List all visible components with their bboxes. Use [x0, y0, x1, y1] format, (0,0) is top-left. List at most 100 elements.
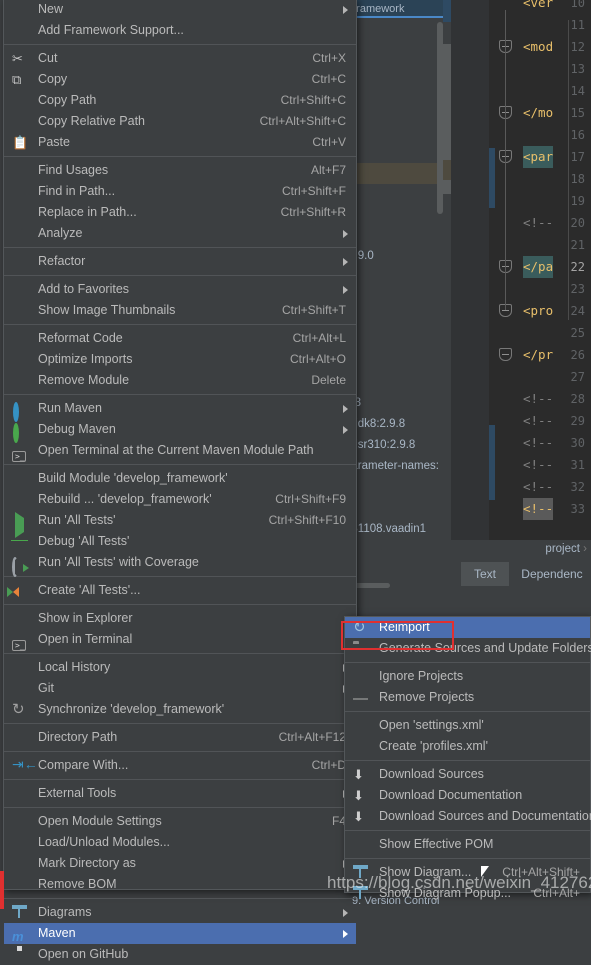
chevron-right-icon: [343, 258, 348, 266]
copy-icon: ⧉: [12, 72, 22, 87]
menu-item-find-in-path[interactable]: Find in Path... Ctrl+Shift+F: [4, 181, 356, 202]
menu-item-add-to-favorites[interactable]: Add to Favorites: [4, 279, 356, 300]
menu-item-label: Show Diagram Popup...: [379, 886, 512, 900]
menu-item-reformat-code[interactable]: Reformat Code Ctrl+Alt+L: [4, 328, 356, 349]
menu-item-show-in-explorer[interactable]: Show in Explorer: [4, 608, 356, 629]
project-tree-item[interactable]: e-jsr310:2.9.8: [345, 435, 443, 456]
menu-item-run-all-tests[interactable]: Run 'All Tests' Ctrl+Shift+F10: [4, 510, 356, 538]
menu-item-external-tools[interactable]: External Tools: [4, 783, 356, 804]
chevron-right-icon: [343, 909, 348, 917]
submenu-item-download-sources-and-documentation[interactable]: ⬇ Download Sources and Documentation: [345, 806, 591, 827]
submenu-item-download-documentation[interactable]: ⬇ Download Documentation: [345, 785, 590, 806]
project-tree-item[interactable]: :2.9.0: [345, 246, 443, 267]
menu-item-label: Debug Maven: [38, 422, 116, 436]
menu-item-label: Add Framework Support...: [38, 23, 184, 37]
menu-item-cut[interactable]: ✂ Cut Ctrl+X: [4, 48, 356, 69]
project-tree-item-selected[interactable]: [345, 163, 443, 184]
menu-item-build-module-develop-framework[interactable]: Build Module 'develop_framework': [4, 468, 356, 489]
menu-item-compare-with[interactable]: ⇥← Compare With... Ctrl+D: [4, 755, 356, 776]
menu-item-analyze[interactable]: Analyze: [4, 223, 356, 244]
diagram-icon: [353, 865, 369, 881]
line-number: 21: [570, 238, 585, 252]
menu-item-local-history[interactable]: Local History: [4, 657, 356, 678]
submenu-item-show-diagram-popup[interactable]: Show Diagram Popup... Ctrl+Alt+: [345, 883, 590, 904]
tab-text[interactable]: Text: [461, 562, 509, 586]
submenu-item-download-sources[interactable]: ⬇ Download Sources: [345, 764, 590, 785]
project-tree-item[interactable]: 131108.vaadin1: [345, 519, 443, 540]
menu-item-label: Show Diagram...: [379, 865, 472, 879]
menu-item-directory-path[interactable]: Directory Path Ctrl+Alt+F12: [4, 727, 356, 748]
coverage-icon: [12, 555, 28, 577]
menu-item-run-all-tests-with-coverage[interactable]: Run 'All Tests' with Coverage: [4, 552, 356, 577]
menu-item-label: Generate Sources and Update Folders: [379, 641, 591, 655]
menu-separator: [345, 662, 590, 663]
menu-item-remove-module[interactable]: Remove Module Delete: [4, 370, 356, 391]
menu-item-load-unload-modules[interactable]: Load/Unload Modules...: [4, 832, 356, 853]
menu-item-new[interactable]: New: [4, 0, 356, 20]
menu-item-open-in-terminal[interactable]: >_ Open in Terminal: [4, 629, 356, 651]
menu-item-accelerator: Ctrl+V: [312, 135, 346, 149]
submenu-item-create-profilesxml[interactable]: Create 'profiles.xml': [345, 736, 590, 757]
submenu-item-reimport[interactable]: ↻ Reimport: [345, 617, 590, 638]
project-tool-window-tab[interactable]: _framework: [345, 0, 450, 18]
menu-item-refactor[interactable]: Refactor: [4, 251, 356, 272]
menu-item-create-all-tests[interactable]: Create 'All Tests'...: [4, 580, 356, 601]
menu-item-copy-path[interactable]: Copy Path Ctrl+Shift+C: [4, 90, 356, 111]
context-menu[interactable]: New Add Framework Support... ✂ Cut Ctrl+X ⧉ Co…: [3, 0, 357, 961]
menu-item-mark-directory-as[interactable]: Mark Directory as: [4, 853, 356, 874]
menu-item-label: Refactor: [38, 254, 86, 268]
menu-item-accelerator: Delete: [311, 373, 346, 387]
menu-item-label: Download Sources: [379, 767, 484, 781]
menu-item-accelerator: Ctrl+Shift+F: [281, 184, 346, 198]
menu-item-optimize-imports[interactable]: Optimize Imports Ctrl+Alt+O: [4, 349, 356, 370]
marker-block-3: [443, 160, 451, 180]
menu-separator: [345, 711, 590, 712]
menu-item-accelerator: Ctrl+Shift+T: [281, 303, 346, 317]
maven-submenu[interactable]: ↻ Reimport Generate Sources and Update Fol…: [344, 616, 591, 900]
menu-item-debug-maven[interactable]: Debug Maven: [4, 419, 356, 443]
menu-item-run-maven[interactable]: Run Maven: [4, 398, 356, 422]
project-tree-item[interactable]: parameter-names:: [345, 456, 443, 477]
submenu-item-generate-sources-and-update-folders[interactable]: Generate Sources and Update Folders: [345, 638, 591, 659]
menu-item-find-usages[interactable]: Find Usages Alt+F7: [4, 160, 356, 181]
terminal-icon: >_: [12, 443, 28, 462]
tab-dependencies[interactable]: Dependenc: [513, 562, 591, 586]
menu-item-replace-in-path[interactable]: Replace in Path... Ctrl+Shift+R: [4, 202, 356, 223]
menu-item-remove-bom[interactable]: Remove BOM: [4, 874, 356, 895]
code-token: <mod: [523, 39, 554, 54]
menu-item-open-module-settings[interactable]: Open Module Settings F4: [4, 811, 356, 832]
menu-item-rebuild-develop-framework[interactable]: Rebuild ... 'develop_framework' Ctrl+Shif…: [4, 489, 356, 510]
menu-item-git[interactable]: Git: [4, 678, 356, 699]
menu-item-paste[interactable]: 📋 Paste Ctrl+V: [4, 132, 356, 153]
submenu-item-open-settingsxml[interactable]: Open 'settings.xml': [345, 715, 590, 736]
menu-item-accelerator: Ctrl+Shift+F10: [268, 513, 346, 527]
menu-item-copy-relative-path[interactable]: Copy Relative Path Ctrl+Alt+Shift+C: [4, 111, 356, 132]
editor-pane[interactable]: 10 <ver 11 12 <mod 13 14 15 </mo 16 17 <par 18 19 20 <!…: [443, 0, 591, 552]
breadcrumb[interactable]: project ›: [443, 540, 591, 558]
editor-bottom-tabs: Text Dependenc: [443, 562, 591, 586]
chevron-right-icon: [343, 6, 348, 14]
menu-item-label: Open 'settings.xml': [379, 718, 484, 732]
menu-item-copy[interactable]: ⧉ Copy Ctrl+C: [4, 69, 356, 90]
menu-item-open-terminal-at-the-current-maven-module-pa[interactable]: >_ Open Terminal at the Current Maven Mod…: [4, 440, 356, 462]
cut-icon: ✂: [12, 51, 23, 66]
gear-green-icon: [12, 422, 28, 443]
submenu-item-ignore-projects[interactable]: Ignore Projects: [345, 666, 590, 687]
menu-item-synchronize-develop-framework[interactable]: ↻ Synchronize 'develop_framework': [4, 699, 356, 720]
project-tree-item[interactable]: 9.8: [345, 393, 443, 414]
menu-item-add-framework-support[interactable]: Add Framework Support...: [4, 20, 356, 41]
diagram-icon: [353, 886, 369, 902]
submenu-item-show-effective-pom[interactable]: Show Effective POM: [345, 834, 590, 855]
submenu-item-show-diagram[interactable]: Show Diagram... Ctrl+Alt+Shift+: [345, 862, 590, 883]
submenu-item-remove-projects[interactable]: — Remove Projects: [345, 687, 590, 708]
project-tree-item[interactable]: e-jdk8:2.9.8: [345, 414, 443, 435]
menu-item-open-on-github[interactable]: Open on GitHub: [4, 944, 356, 965]
line-number: 14: [570, 84, 585, 98]
menu-item-maven[interactable]: m Maven: [4, 923, 356, 944]
menu-item-debug-all-tests[interactable]: Debug 'All Tests': [4, 531, 356, 552]
code-fold-toggle[interactable]: [499, 348, 512, 361]
menu-item-diagrams[interactable]: Diagrams: [4, 902, 356, 923]
menu-item-label: Optimize Imports: [38, 352, 133, 366]
menu-item-show-image-thumbnails[interactable]: Show Image Thumbnails Ctrl+Shift+T: [4, 300, 356, 321]
menu-item-label: Show Effective POM: [379, 837, 494, 851]
